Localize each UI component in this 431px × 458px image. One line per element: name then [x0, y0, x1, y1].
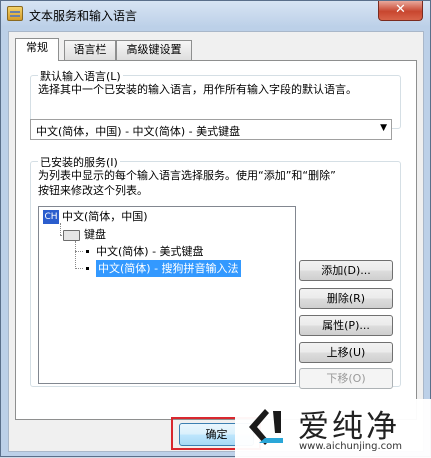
tree-item-keyboard[interactable]: 键盘	[63, 226, 106, 243]
language-badge-icon: CH	[43, 210, 59, 224]
watermark: 爱纯净 www.aichunjing.com	[235, 399, 431, 458]
move-up-button[interactable]: 上移(U)	[299, 342, 393, 363]
tab-language-bar[interactable]: 语言栏	[64, 40, 116, 60]
tree-item-label: 中文(简体) - 美式键盘	[96, 245, 204, 258]
watermark-brand: 爱纯净	[298, 409, 400, 445]
default-language-value: 中文(简体，中国) - 中文(简体) - 美式键盘	[36, 125, 241, 138]
tree-item-label-selected: 中文(简体) - 搜狗拼音输入法	[96, 260, 241, 277]
tree-item-sogou-pinyin[interactable]: 中文(简体) - 搜狗拼音输入法	[85, 260, 241, 277]
title-bar[interactable]: 文本服务和输入语言 ✕	[1, 1, 430, 27]
installed-services-description-1: 为列表中显示的每个输入语言选择服务。使用“添加”和“删除”	[38, 169, 336, 182]
tree-item-language[interactable]: CH 中文(简体，中国)	[43, 208, 148, 225]
bullet-icon	[86, 266, 89, 270]
properties-button[interactable]: 属性(P)...	[299, 315, 393, 336]
keyboard-icon	[63, 229, 80, 241]
tree-keyboard-label: 键盘	[84, 228, 106, 241]
bullet-icon	[86, 249, 89, 253]
brand-logo-icon	[249, 409, 283, 445]
chevron-down-icon[interactable]: ▼	[380, 123, 387, 133]
dialog-window: 文本服务和输入语言 ✕ 常规 语言栏 高级键设置 默认输入语言(L) 选择其中一…	[0, 0, 431, 458]
move-down-button[interactable]: 下移(O)	[299, 368, 393, 389]
watermark-url: www.aichunjing.com	[299, 441, 402, 452]
text-services-icon	[7, 6, 23, 21]
tree-item-us-keyboard[interactable]: 中文(简体) - 美式键盘	[85, 243, 204, 260]
default-language-select[interactable]: 中文(简体，中国) - 中文(简体) - 美式键盘 ▼	[30, 119, 392, 140]
close-button[interactable]: ✕	[378, 1, 423, 21]
add-button[interactable]: 添加(D)...	[299, 260, 393, 281]
tree-language-label: 中文(简体，中国)	[62, 210, 148, 223]
default-language-description: 选择其中一个已安装的输入语言，用作所有输入字段的默认语言。	[38, 83, 357, 96]
tab-advanced-key-settings[interactable]: 高级键设置	[116, 40, 192, 60]
installed-services-description-2: 按钮来修改这个列表。	[38, 184, 148, 197]
installed-services-tree[interactable]: CH 中文(简体，中国) 键盘 中文(简体) - 美式键盘 中文(简体) - 搜狗…	[38, 206, 296, 384]
window-title: 文本服务和输入语言	[29, 9, 138, 23]
tab-general[interactable]: 常规	[15, 38, 59, 61]
remove-button[interactable]: 删除(R)	[299, 288, 393, 309]
